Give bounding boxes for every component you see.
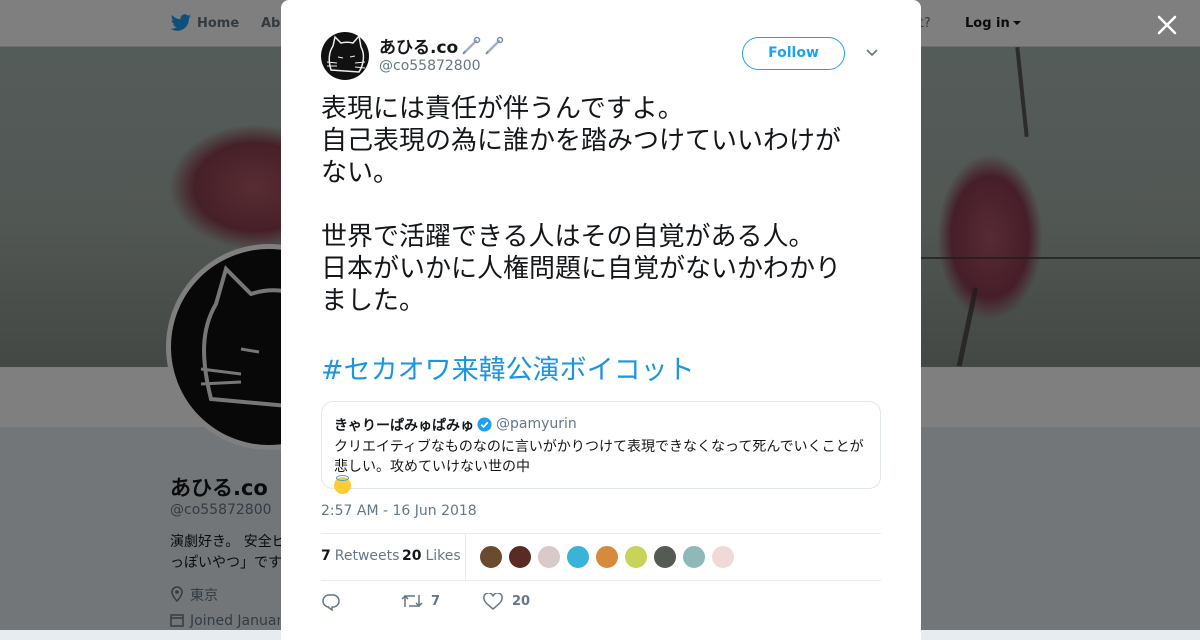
retweet-button[interactable]: 7 xyxy=(401,590,451,614)
tweet-permalink-modal: あひる.co @co55872800 Follow 表現には責任が伴うんですよ。… xyxy=(281,0,921,640)
tweet-text-line: 世界で活躍できる人はその自覚がある人。 xyxy=(321,222,815,252)
reply-icon xyxy=(322,594,340,611)
safety-pin-icon xyxy=(485,36,504,55)
quoted-text-line: クリエイティブなものなのに言いがかりつけて表現できなくなって死んでいくことが xyxy=(334,439,864,455)
liker-avatar[interactable] xyxy=(566,545,590,569)
retweets-label: Retweets xyxy=(334,548,400,564)
liker-avatar[interactable] xyxy=(682,545,706,569)
quoted-author-handle: @pamyurin xyxy=(496,416,577,432)
chevron-down-icon[interactable] xyxy=(865,48,879,58)
cat-face-icon xyxy=(326,34,366,73)
quoted-tweet-text: クリエイティブなものなのに言いがかりつけて表現できなくなって死んでいくことが 悲… xyxy=(334,437,870,494)
like-button[interactable]: 20 xyxy=(483,590,543,614)
tweet-timestamp[interactable]: 2:57 AM - 16 Jun 2018 xyxy=(321,503,477,519)
hashtag-link[interactable]: #セカオワ来韓公演ボイコット xyxy=(321,348,695,387)
liker-avatar[interactable] xyxy=(479,545,503,569)
author-avatar[interactable] xyxy=(321,32,369,80)
liker-avatar[interactable] xyxy=(537,545,561,569)
verified-badge-icon xyxy=(477,417,492,432)
tweet-stats: 7 Retweets 20 Likes xyxy=(321,534,881,580)
tweet-text-line: ない。 xyxy=(321,158,400,188)
reply-button[interactable] xyxy=(321,590,351,614)
quoted-tweet[interactable]: きゃりーぱみゅぱみゅ @pamyurin クリエイティブなものなのに言いがかりつ… xyxy=(321,401,881,494)
close-icon[interactable] xyxy=(1152,10,1182,40)
follow-button[interactable]: Follow xyxy=(742,37,845,70)
retweets-count: 7 xyxy=(321,548,331,564)
tweet-actions: 7 20 xyxy=(321,590,881,614)
quoted-text-line: 悲しい。攻めていけない世の中 xyxy=(334,459,530,475)
tweet-text-line: 日本がいかに人権問題に自覚がないかわかり xyxy=(321,254,842,284)
tweet-text-line: 自己表現の為に誰かを踏みつけていいわけが xyxy=(321,126,842,156)
quoted-author: きゃりーぱみゅぱみゅ xyxy=(334,415,492,435)
tweet-text-line xyxy=(321,189,886,221)
quoted-author-name: きゃりーぱみゅぱみゅ xyxy=(334,418,474,434)
liker-avatar[interactable] xyxy=(653,545,677,569)
liker-avatar[interactable] xyxy=(508,545,532,569)
retweet-action-count: 7 xyxy=(431,594,441,609)
heart-icon xyxy=(483,593,503,610)
safety-pin-icon xyxy=(462,36,481,55)
divider xyxy=(321,580,881,581)
likes-count: 20 xyxy=(402,548,422,564)
likes-label: Likes xyxy=(425,548,461,564)
stats-separator xyxy=(465,534,466,580)
tweet-text-line: ました。 xyxy=(321,286,426,316)
liker-avatar[interactable] xyxy=(624,545,648,569)
likes-stat[interactable]: 20 Likes xyxy=(402,548,461,564)
author-name[interactable]: あひる.co xyxy=(379,33,504,58)
retweets-stat[interactable]: 7 Retweets xyxy=(321,548,399,564)
liker-avatar[interactable] xyxy=(711,545,735,569)
tweet-text-line: 表現には責任が伴うんですよ。 xyxy=(321,94,684,124)
liker-avatar[interactable] xyxy=(595,545,619,569)
author-handle[interactable]: @co55872800 xyxy=(379,58,481,74)
like-action-count: 20 xyxy=(512,594,531,609)
retweet-icon xyxy=(401,594,423,608)
quoted-text-line-2: 悲しい。攻めていけない世の中 xyxy=(334,457,870,494)
smiling-face-with-halo-icon xyxy=(334,475,351,494)
author-name-text: あひる.co xyxy=(379,38,459,58)
tweet-text: 表現には責任が伴うんですよ。 自己表現の為に誰かを踏みつけていいわけが ない。 … xyxy=(321,93,886,317)
